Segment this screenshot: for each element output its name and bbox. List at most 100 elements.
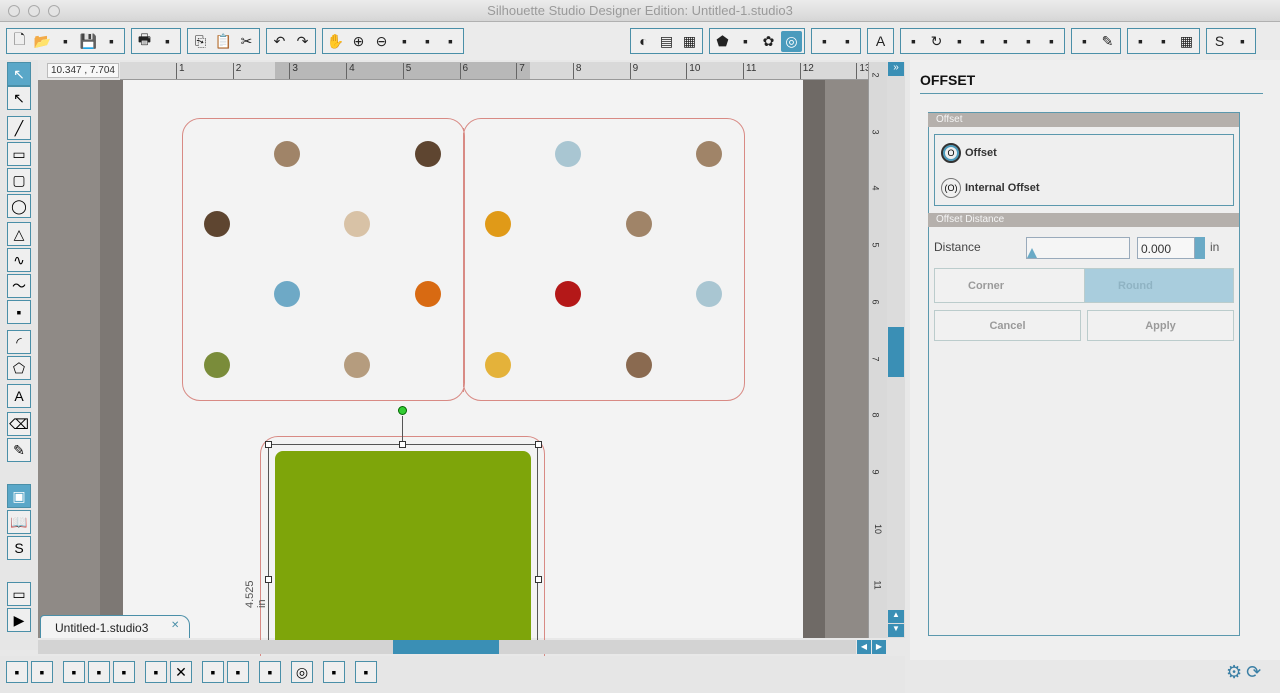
polygon-icon[interactable]: △ <box>7 222 31 246</box>
dice-dot[interactable] <box>555 141 581 167</box>
scroll-up-icon[interactable]: ▲ <box>888 610 904 623</box>
knife-icon[interactable]: ✎ <box>1097 31 1118 52</box>
cancel-button[interactable]: Cancel <box>934 310 1081 341</box>
select-icon[interactable]: ↖ <box>7 62 31 86</box>
vertical-scrollbar[interactable]: » ▲ ▼ <box>887 62 905 638</box>
offset-option[interactable]: O Offset <box>941 143 997 163</box>
curve-icon[interactable]: ∿ <box>7 248 31 272</box>
group-icon[interactable]: ▪ <box>6 661 28 683</box>
gradient-icon[interactable]: ▤ <box>656 31 677 52</box>
rectangle-icon[interactable]: ▭ <box>7 142 31 166</box>
dice-dot[interactable] <box>344 352 370 378</box>
internal-offset-option[interactable]: (O) Internal Offset <box>941 178 1040 198</box>
show-panel-icon[interactable]: ▭ <box>7 582 31 606</box>
ellipse-icon[interactable]: ◯ <box>7 194 31 218</box>
scroll-right-icon[interactable]: ▶ <box>872 640 886 654</box>
dice-dot[interactable] <box>696 141 722 167</box>
ungroup-icon[interactable]: ▪ <box>31 661 53 683</box>
vertical-scroll-thumb[interactable] <box>888 327 904 377</box>
fit-to-page-icon[interactable]: ▪ <box>440 31 461 52</box>
library-icon[interactable]: ▪ <box>1232 31 1253 52</box>
line-color-icon[interactable]: ⬟ <box>712 31 733 52</box>
corner-button[interactable]: Corner <box>934 268 1085 303</box>
pan-hand-icon[interactable]: ✋ <box>325 31 346 52</box>
close-tab-icon[interactable]: ✕ <box>171 620 179 631</box>
text-icon[interactable]: A <box>7 384 31 408</box>
resize-handle[interactable] <box>265 441 272 448</box>
transform-icon[interactable]: ▪ <box>903 31 924 52</box>
store-icon[interactable]: S <box>7 536 31 560</box>
shear-icon[interactable]: ▪ <box>972 31 993 52</box>
horizontal-scrollbar[interactable] <box>38 640 856 654</box>
zoom-out-icon[interactable]: ⊖ <box>371 31 392 52</box>
new-document-icon[interactable]: 🗋 <box>9 31 30 52</box>
dice-dot[interactable] <box>274 281 300 307</box>
resize-handle[interactable] <box>399 441 406 448</box>
select-all-icon[interactable]: ▪ <box>259 661 281 683</box>
replicate-icon[interactable]: ▪ <box>1018 31 1039 52</box>
line-style-icon[interactable]: ▪ <box>735 31 756 52</box>
dice-dot[interactable] <box>626 211 652 237</box>
rounded-rectangle-icon[interactable]: ▢ <box>7 168 31 192</box>
library-view-icon[interactable]: 📖 <box>7 510 31 534</box>
regular-polygon-icon[interactable]: ⬠ <box>7 356 31 380</box>
distance-slider[interactable] <box>1026 237 1130 259</box>
delete-icon[interactable]: ✕ <box>170 661 192 683</box>
dice-dot[interactable] <box>555 281 581 307</box>
resize-handle[interactable] <box>535 576 542 583</box>
grid-icon[interactable]: ▦ <box>1176 31 1197 52</box>
template-icon[interactable]: ▪ <box>55 31 76 52</box>
line-color-panel-icon[interactable]: ▪ <box>814 31 835 52</box>
document-tab[interactable]: Untitled-1.studio3 ✕ <box>40 615 190 638</box>
offset-icon[interactable]: ◎ <box>291 661 313 683</box>
sync-icon[interactable]: ⟳ <box>1246 662 1261 683</box>
paste-icon[interactable]: 📋 <box>213 31 234 52</box>
arc-icon[interactable]: ◜ <box>7 330 31 354</box>
dice-dot[interactable] <box>204 211 230 237</box>
knife-icon[interactable]: ✎ <box>7 438 31 462</box>
dice-dot[interactable] <box>485 211 511 237</box>
weld-icon[interactable]: ▪ <box>113 661 135 683</box>
bring-forward-icon[interactable]: ▪ <box>202 661 224 683</box>
fill-color-icon[interactable]: ◐ <box>633 31 654 52</box>
text-icon[interactable]: A <box>870 31 891 52</box>
zoom-drag-icon[interactable]: ▪ <box>417 31 438 52</box>
settings-gear-icon[interactable]: ⚙ <box>1226 662 1242 683</box>
collapse-panel-icon[interactable]: » <box>888 62 904 76</box>
slider-thumb[interactable] <box>1027 248 1037 258</box>
dice-dot[interactable] <box>626 352 652 378</box>
trace-icon[interactable]: ▪ <box>323 661 345 683</box>
send-backward-icon[interactable]: ▪ <box>227 661 249 683</box>
cut-icon[interactable]: ✂ <box>236 31 257 52</box>
sketch-icon[interactable]: ✿ <box>758 31 779 52</box>
resize-handle[interactable] <box>535 441 542 448</box>
apply-button[interactable]: Apply <box>1087 310 1234 341</box>
align-icon[interactable]: ▪ <box>995 31 1016 52</box>
dice-dot[interactable] <box>344 211 370 237</box>
send-to-cutter-icon[interactable]: ▪ <box>157 31 178 52</box>
dice-dot[interactable] <box>485 352 511 378</box>
trace-icon[interactable]: ▪ <box>1074 31 1095 52</box>
open-folder-icon[interactable]: 📂 <box>32 31 53 52</box>
redo-icon[interactable]: ↷ <box>292 31 313 52</box>
line-icon[interactable]: ╱ <box>7 116 31 140</box>
horizontal-scroll-thumb[interactable] <box>393 640 499 654</box>
replicate-icon[interactable]: ▪ <box>355 661 377 683</box>
smooth-freehand-icon[interactable]: ▪ <box>7 300 31 324</box>
zoom-select-icon[interactable]: ▪ <box>394 31 415 52</box>
line-style-panel-icon[interactable]: ▪ <box>837 31 858 52</box>
offset-icon[interactable]: ◎ <box>781 30 802 52</box>
scale-icon[interactable]: ▪ <box>949 31 970 52</box>
expand-icon[interactable]: ▶ <box>7 608 31 632</box>
resize-handle[interactable] <box>265 576 272 583</box>
eraser-icon[interactable]: ⌫ <box>7 412 31 436</box>
page-setup-icon[interactable]: ▪ <box>1130 31 1151 52</box>
point-edit-icon[interactable]: ↖ <box>7 86 31 110</box>
modify-icon[interactable]: ▪ <box>1041 31 1062 52</box>
dice-dot[interactable] <box>415 281 441 307</box>
dice-dot[interactable] <box>204 352 230 378</box>
distance-input[interactable]: 0.000 <box>1137 237 1195 259</box>
copy-icon[interactable]: ⎘ <box>190 31 211 52</box>
scroll-left-icon[interactable]: ◀ <box>857 640 871 654</box>
save-to-sd-icon[interactable]: ▪ <box>101 31 122 52</box>
